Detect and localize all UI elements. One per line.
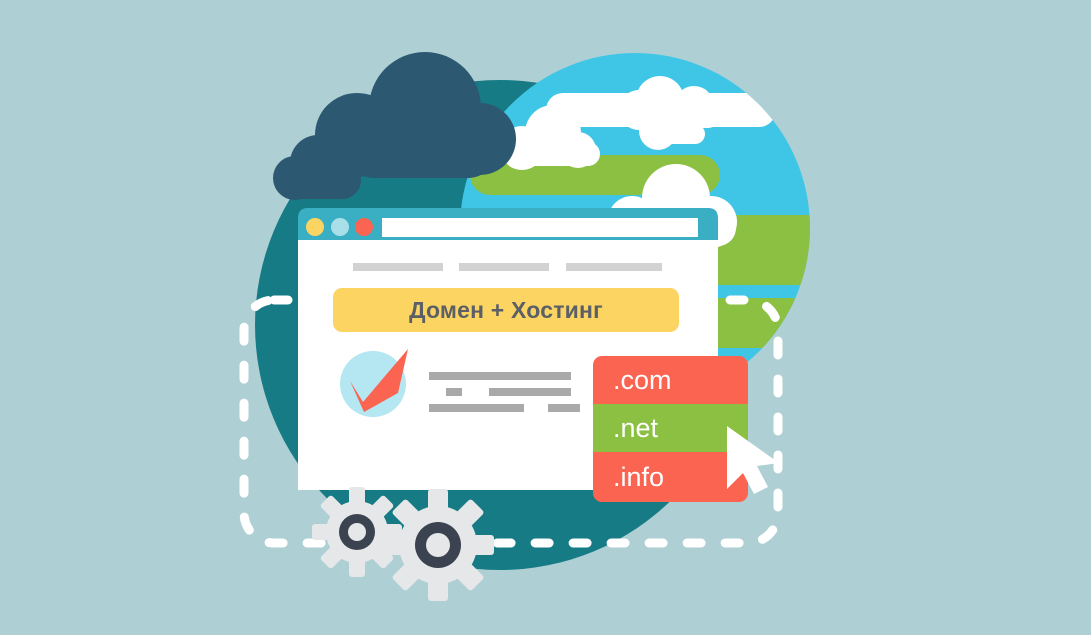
- gear-small-icon: [312, 487, 402, 577]
- foreground-art: [312, 426, 779, 601]
- gear-large-icon: [382, 489, 494, 601]
- illustration-canvas: Домен + Хостинг .com .net .info: [0, 0, 1091, 635]
- mouse-cursor-icon: [727, 426, 779, 494]
